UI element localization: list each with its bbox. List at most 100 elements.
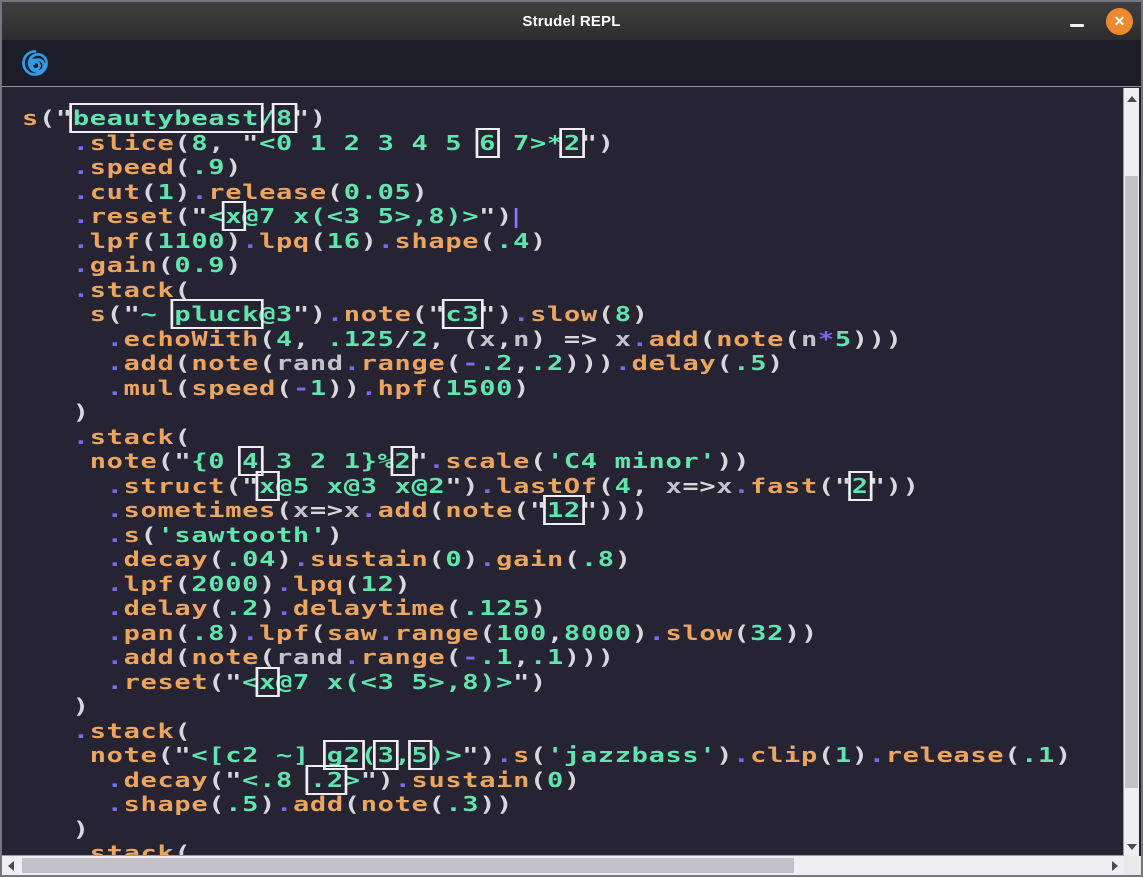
code-token: .: [615, 351, 632, 375]
code-token: .: [361, 376, 378, 400]
code-token: sometimes: [124, 498, 276, 522]
minimize-button[interactable]: [1064, 8, 1090, 34]
code-token: (: [598, 474, 615, 498]
code-line[interactable]: .reset("<x@7 x(<3 5>,8)>"): [22, 670, 1124, 695]
code-token: .: [107, 498, 124, 522]
code-token: .: [479, 474, 496, 498]
code-token: ): [259, 572, 276, 596]
code-token: (": [107, 302, 141, 326]
vertical-scrollbar-thumb[interactable]: [1125, 176, 1138, 788]
scroll-left-icon[interactable]: [8, 861, 14, 871]
code-token: >: [344, 768, 361, 792]
code-line[interactable]: .struct("x@5 x@3 x@2").lastOf(4, x=>x.fa…: [22, 474, 1124, 499]
code-line[interactable]: s("~ pluck@3").note("c3").slow(8): [22, 302, 1124, 327]
code-token: (": [174, 204, 208, 228]
active-token: 4: [242, 449, 259, 473]
close-icon: ✕: [1114, 13, 1126, 30]
code-token: .: [107, 621, 124, 645]
code-token: (: [530, 768, 547, 792]
code-line[interactable]: .s('sawtooth'): [22, 523, 1124, 548]
code-token: pan: [124, 621, 175, 645]
code-token: decay: [124, 547, 209, 571]
code-line[interactable]: .slice(8, "<0 1 2 3 4 5 6 7>*2"): [22, 131, 1124, 156]
code-token: note: [445, 498, 513, 522]
code-line[interactable]: note("<[c2 ~] g2(3,5)>").s('jazzbass').c…: [22, 743, 1124, 768]
code-token: lpq: [259, 229, 310, 253]
code-token: .1: [1021, 743, 1055, 767]
code-line[interactable]: .stack(: [22, 841, 1124, 856]
code-token: speed: [90, 155, 175, 179]
code-token: @3: [259, 302, 293, 326]
code-token: s: [22, 106, 39, 130]
vertical-scrollbar[interactable]: [1123, 88, 1139, 856]
code-line[interactable]: .echoWith(4, .125/2, (x,n) => x.add(note…: [22, 327, 1124, 352]
code-token: x: [293, 498, 310, 522]
code-token: .: [73, 131, 90, 155]
code-token: .: [293, 547, 310, 571]
close-button[interactable]: ✕: [1106, 8, 1133, 35]
code-line[interactable]: .decay(.04).sustain(0).gain(.8): [22, 547, 1124, 572]
code-line[interactable]: s("beautybeast/8"): [22, 106, 1124, 131]
code-line[interactable]: ): [22, 694, 1124, 719]
code-viewport[interactable]: s("beautybeast/8") .slice(8, "<0 1 2 3 4…: [2, 88, 1124, 856]
code-line[interactable]: note("{0 4 3 2 1}%2".scale('C4 minor')): [22, 449, 1124, 474]
code-token: .: [73, 425, 90, 449]
code-line[interactable]: .lpf(1100).lpq(16).shape(.4): [22, 229, 1124, 254]
code-token: range: [361, 351, 446, 375]
code-token: <: [208, 204, 225, 228]
strudel-logo-icon[interactable]: [21, 49, 49, 77]
code-line[interactable]: .speed(.9): [22, 155, 1124, 180]
code-token: shape: [124, 792, 209, 816]
code-token: ): [1055, 743, 1072, 767]
horizontal-scrollbar-thumb[interactable]: [22, 858, 794, 873]
code-token: reset: [124, 670, 209, 694]
code-token: x: [665, 474, 682, 498]
code-line[interactable]: .lpf(2000).lpq(12): [22, 572, 1124, 597]
code-token: .: [479, 547, 496, 571]
code-token: (: [361, 743, 378, 767]
code-token: <[c2 ~]: [191, 743, 326, 767]
code-token: .: [107, 547, 124, 571]
code-token: .: [733, 743, 750, 767]
code-token: (: [445, 596, 462, 620]
code-line[interactable]: .shape(.5).add(note(.3)): [22, 792, 1124, 817]
code-line[interactable]: .add(note(rand.range(-.1,.1))): [22, 645, 1124, 670]
code-token: 1100: [157, 229, 225, 253]
code-token: release: [886, 743, 1005, 767]
code-token: , ": [208, 131, 259, 155]
code-token: stack: [90, 841, 175, 856]
code-token: )): [327, 376, 361, 400]
code-line[interactable]: .stack(: [22, 719, 1124, 744]
code-token: (: [428, 547, 445, 571]
code-area[interactable]: s("beautybeast/8") .slice(8, "<0 1 2 3 4…: [22, 106, 1124, 856]
code-line[interactable]: .sometimes(x=>x.add(note("12"))): [22, 498, 1124, 523]
scroll-down-icon[interactable]: [1127, 844, 1137, 850]
code-token: "): [445, 474, 479, 498]
code-line[interactable]: .stack(: [22, 425, 1124, 450]
code-line[interactable]: .gain(0.9): [22, 253, 1124, 278]
code-line[interactable]: .cut(1).release(0.05): [22, 180, 1124, 205]
code-token: ): [259, 792, 276, 816]
strudel-repl-window: Strudel REPL ✕ s("beautybeast/8") .slice…: [0, 0, 1143, 877]
code-token: 12: [361, 572, 395, 596]
code-line[interactable]: .pan(.8).lpf(saw.range(100,8000).slow(32…: [22, 621, 1124, 646]
titlebar[interactable]: Strudel REPL ✕: [2, 2, 1141, 41]
code-line[interactable]: .reset("<x@7 x(<3 5>,8)>"): [22, 204, 1124, 229]
code-line[interactable]: .stack(: [22, 278, 1124, 303]
code-line[interactable]: .delay(.2).delaytime(.125): [22, 596, 1124, 621]
code-line[interactable]: .add(note(rand.range(-.2,.2))).delay(.5): [22, 351, 1124, 376]
scroll-right-icon[interactable]: [1112, 861, 1118, 871]
code-line[interactable]: .mul(speed(-1)).hpf(1500): [22, 376, 1124, 401]
code-token: (: [310, 621, 327, 645]
code-token: (: [598, 302, 615, 326]
code-line[interactable]: ): [22, 817, 1124, 842]
code-line[interactable]: .decay("<.8 .2>").sustain(0): [22, 768, 1124, 793]
code-token: range: [361, 645, 446, 669]
code-token: , (: [428, 327, 479, 351]
code-token: (: [276, 376, 293, 400]
code-editor[interactable]: s("beautybeast/8") .slice(8, "<0 1 2 3 4…: [2, 88, 1141, 875]
code-token: speed: [191, 376, 276, 400]
horizontal-scrollbar[interactable]: [2, 855, 1124, 875]
scroll-up-icon[interactable]: [1127, 96, 1137, 102]
code-line[interactable]: ): [22, 400, 1124, 425]
